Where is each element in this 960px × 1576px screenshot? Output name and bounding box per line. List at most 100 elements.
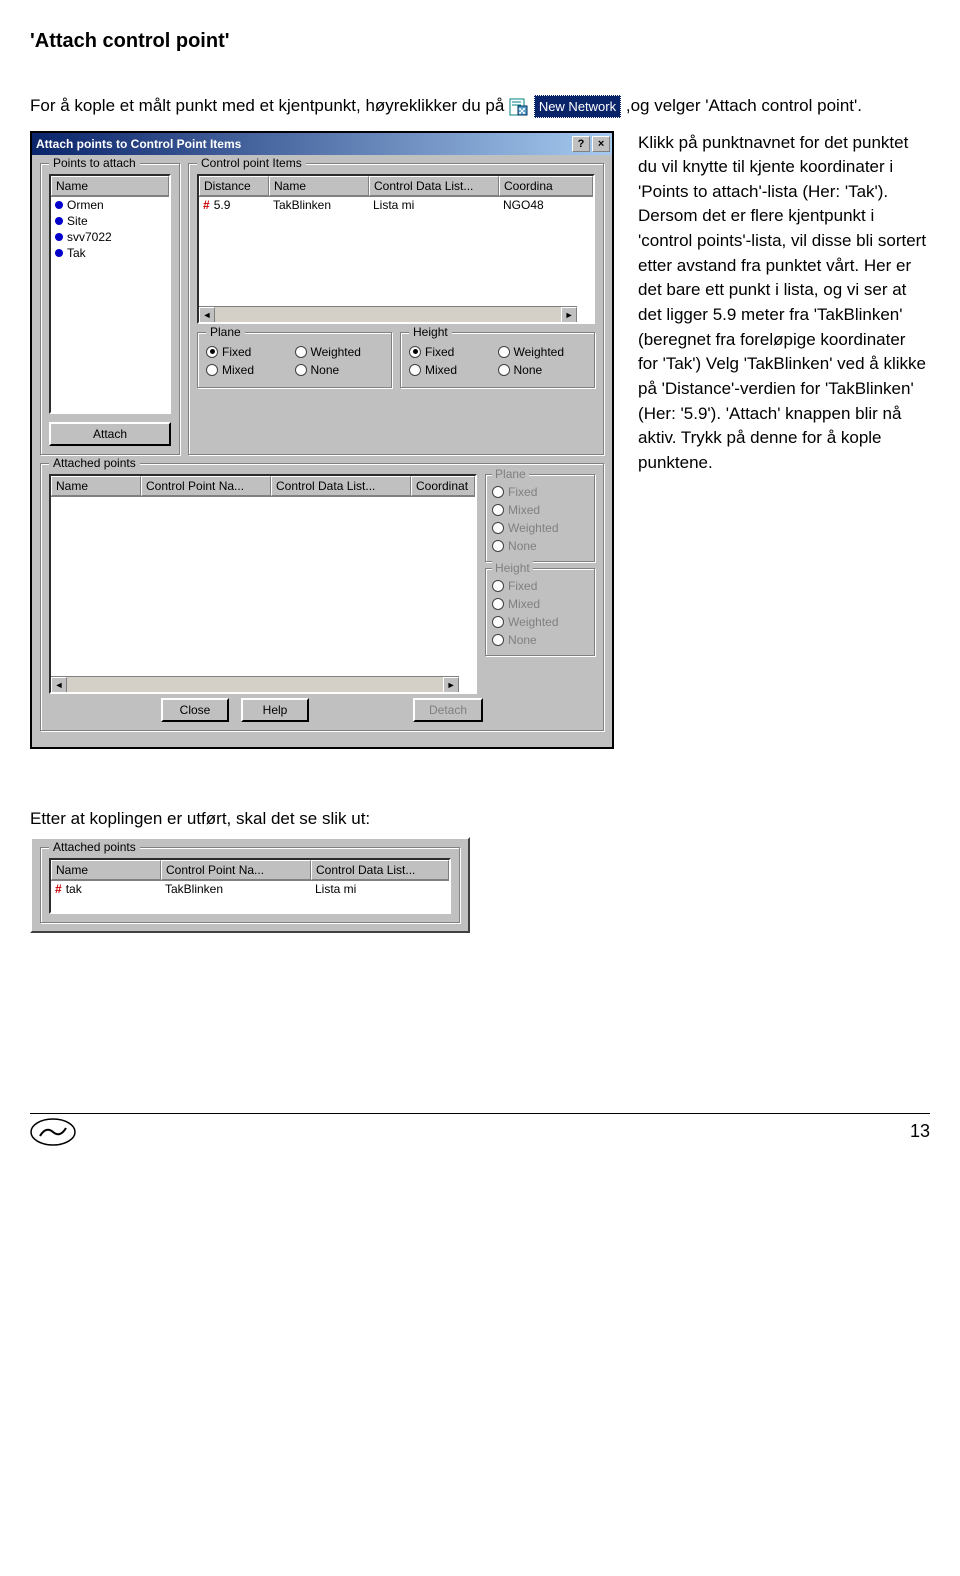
radio-label: Mixed bbox=[508, 503, 540, 517]
radio-height-mixed[interactable]: Mixed bbox=[409, 361, 498, 379]
height-label: Height bbox=[409, 325, 452, 339]
radio-label: Mixed bbox=[222, 363, 254, 377]
list-item[interactable]: Tak bbox=[67, 246, 86, 260]
radio-label: Fixed bbox=[508, 485, 537, 499]
radio-icon bbox=[498, 346, 510, 358]
radio-height-weighted[interactable]: Weighted bbox=[498, 343, 587, 361]
radio-disabled: Mixed bbox=[492, 501, 588, 519]
scroll-left-icon[interactable]: ◄ bbox=[51, 677, 67, 693]
point-icon bbox=[55, 217, 63, 225]
attach-points-dialog: Attach points to Control Point Items ? ×… bbox=[30, 131, 614, 749]
radio-icon bbox=[206, 346, 218, 358]
radio-icon bbox=[206, 364, 218, 376]
radio-label: Weighted bbox=[508, 521, 558, 535]
table-row[interactable]: #5.9 TakBlinken Lista mi NGO48 bbox=[199, 197, 593, 213]
radio-plane-fixed[interactable]: Fixed bbox=[206, 343, 295, 361]
footer-logo-icon bbox=[30, 1118, 76, 1146]
control-point-items-list[interactable]: Distance Name Control Data List... Coord… bbox=[197, 174, 595, 324]
page-heading: 'Attach control point' bbox=[30, 30, 930, 53]
intro-before: For å kople et målt punkt med et kjentpu… bbox=[30, 96, 509, 115]
list-item[interactable]: svv7022 bbox=[67, 230, 112, 244]
radio-label: Mixed bbox=[508, 597, 540, 611]
cdl-value: Lista mi bbox=[311, 881, 449, 897]
col-name[interactable]: Name bbox=[51, 176, 169, 196]
radio-disabled: Fixed bbox=[492, 483, 588, 501]
col-coordinat[interactable]: Coordinat bbox=[411, 476, 475, 496]
attached-points-label: Attached points bbox=[49, 456, 140, 470]
h-scrollbar[interactable]: ◄ ► bbox=[51, 676, 459, 692]
col-cp-name[interactable]: Control Point Na... bbox=[161, 860, 311, 880]
radio-icon bbox=[492, 598, 504, 610]
radio-icon bbox=[492, 486, 504, 498]
col-cdl[interactable]: Control Data List... bbox=[311, 860, 449, 880]
list-item[interactable]: Site bbox=[67, 214, 88, 228]
close-button[interactable]: Close bbox=[161, 698, 229, 722]
radio-label: Fixed bbox=[222, 345, 251, 359]
help-titlebar-button[interactable]: ? bbox=[572, 136, 590, 152]
radio-height-none[interactable]: None bbox=[498, 361, 587, 379]
points-to-attach-label: Points to attach bbox=[49, 156, 140, 170]
dialog-title: Attach points to Control Point Items bbox=[36, 137, 570, 151]
radio-disabled: Weighted bbox=[492, 613, 588, 631]
attach-button[interactable]: Attach bbox=[49, 422, 171, 446]
col-cdl[interactable]: Control Data List... bbox=[271, 476, 411, 496]
scroll-right-icon[interactable]: ► bbox=[561, 307, 577, 323]
side-explanation: Klikk på punktnavnet for det punktet du … bbox=[638, 131, 930, 476]
attached-points-list[interactable]: Name Control Point Na... Control Data Li… bbox=[49, 474, 477, 694]
radio-disabled: Weighted bbox=[492, 519, 588, 537]
point-icon bbox=[55, 201, 63, 209]
intro-paragraph: For å kople et målt punkt med et kjentpu… bbox=[30, 93, 930, 119]
radio-height-fixed[interactable]: Fixed bbox=[409, 343, 498, 361]
radio-disabled: Fixed bbox=[492, 577, 588, 595]
radio-label: None bbox=[514, 363, 543, 377]
radio-label: Fixed bbox=[425, 345, 454, 359]
radio-icon bbox=[492, 580, 504, 592]
radio-label: None bbox=[508, 633, 537, 647]
radio-plane-none[interactable]: None bbox=[295, 361, 384, 379]
col-coordina[interactable]: Coordina bbox=[499, 176, 593, 196]
scroll-right-icon[interactable]: ► bbox=[443, 677, 459, 693]
list-item[interactable]: Ormen bbox=[67, 198, 104, 212]
table-row[interactable]: # tak TakBlinken Lista mi bbox=[51, 881, 449, 897]
radio-plane-mixed[interactable]: Mixed bbox=[206, 361, 295, 379]
points-to-attach-list[interactable]: Name Ormen Site svv7022 Tak bbox=[49, 174, 171, 414]
radio-plane-weighted[interactable]: Weighted bbox=[295, 343, 384, 361]
help-button[interactable]: Help bbox=[241, 698, 309, 722]
radio-icon bbox=[409, 364, 421, 376]
radio-icon bbox=[492, 540, 504, 552]
radio-icon bbox=[295, 346, 307, 358]
after-coupling-label: Etter at koplingen er utført, skal det s… bbox=[30, 809, 930, 829]
network-document-icon bbox=[509, 98, 529, 116]
radio-disabled: Mixed bbox=[492, 595, 588, 613]
cpn-value: TakBlinken bbox=[161, 881, 311, 897]
radio-label: Fixed bbox=[508, 579, 537, 593]
attached-points-list-result[interactable]: Name Control Point Na... Control Data Li… bbox=[49, 858, 451, 914]
col-control-data-list[interactable]: Control Data List... bbox=[369, 176, 499, 196]
page-number: 13 bbox=[910, 1121, 930, 1142]
radio-label: None bbox=[311, 363, 340, 377]
col-cp-name[interactable]: Control Point Na... bbox=[141, 476, 271, 496]
col-name[interactable]: Name bbox=[269, 176, 369, 196]
hash-icon: # bbox=[55, 882, 62, 896]
new-network-label[interactable]: New Network bbox=[534, 95, 621, 119]
scroll-left-icon[interactable]: ◄ bbox=[199, 307, 215, 323]
height-disabled-label: Height bbox=[492, 561, 533, 575]
name-value: TakBlinken bbox=[269, 197, 369, 213]
coord-value: NGO48 bbox=[499, 197, 593, 213]
h-scrollbar[interactable]: ◄ ► bbox=[199, 306, 577, 322]
name-value: tak bbox=[66, 882, 82, 896]
control-point-items-label: Control point Items bbox=[197, 156, 306, 170]
radio-label: Weighted bbox=[311, 345, 361, 359]
radio-icon bbox=[492, 522, 504, 534]
col-distance[interactable]: Distance bbox=[199, 176, 269, 196]
radio-label: None bbox=[508, 539, 537, 553]
radio-disabled: None bbox=[492, 631, 588, 649]
col-name[interactable]: Name bbox=[51, 476, 141, 496]
radio-label: Weighted bbox=[514, 345, 564, 359]
close-titlebar-button[interactable]: × bbox=[592, 136, 610, 152]
plane-label: Plane bbox=[206, 325, 245, 339]
titlebar: Attach points to Control Point Items ? × bbox=[32, 133, 612, 155]
radio-label: Mixed bbox=[425, 363, 457, 377]
col-name[interactable]: Name bbox=[51, 860, 161, 880]
point-icon bbox=[55, 249, 63, 257]
